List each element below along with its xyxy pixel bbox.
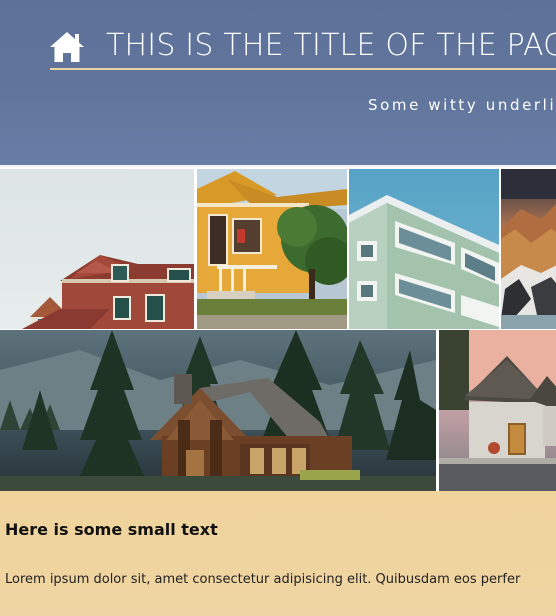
victorian-house-photo[interactable] [0, 169, 194, 329]
home-icon[interactable] [48, 30, 86, 64]
page-subtitle: Some witty underli [368, 96, 556, 114]
photo-gallery [0, 167, 556, 491]
title-row: THIS IS THE TITLE OF THE PAGE [48, 26, 556, 70]
thatched-huts-photo[interactable] [439, 330, 556, 491]
green-apartment-photo[interactable] [349, 169, 499, 329]
page: THIS IS THE TITLE OF THE PAGE Some witty… [0, 0, 556, 616]
yellow-house-photo[interactable] [197, 169, 347, 329]
mountain-photo[interactable] [501, 169, 556, 329]
footer-section: Here is some small text Lorem ipsum dolo… [0, 491, 556, 616]
forest-cabin-photo[interactable] [0, 330, 436, 491]
page-title: THIS IS THE TITLE OF THE PAGE [106, 28, 556, 63]
body-text: Lorem ipsum dolor sit, amet consectetur … [5, 572, 521, 587]
title-underline [50, 68, 556, 70]
header: THIS IS THE TITLE OF THE PAGE Some witty… [0, 0, 556, 166]
section-heading: Here is some small text [5, 520, 218, 539]
